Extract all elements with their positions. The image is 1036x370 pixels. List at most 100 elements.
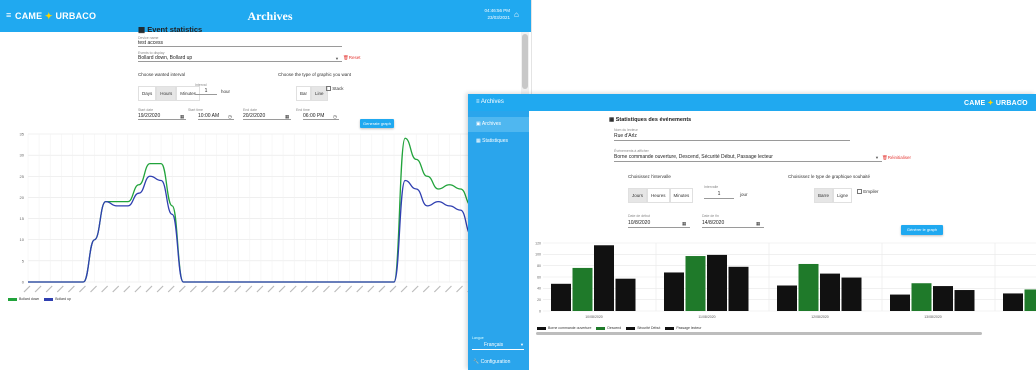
interval-minutes[interactable]: Minutes [669,188,694,203]
graph-type-label: Choose the type of graphic you want [278,72,352,77]
clock-icon[interactable]: ◷ [333,114,337,120]
brand-logo: CAME ✦ URBACO [15,11,97,21]
calendar-icon[interactable]: ▦ [285,114,289,120]
x-tick-label: 13/08/2020 [924,315,942,319]
reset-button[interactable]: 🗑Réinitialiser [882,155,911,161]
dropdown-arrow-icon[interactable]: ▼ [875,155,879,160]
menu-icon[interactable]: ≡ [6,10,11,20]
device-field[interactable]: test access [138,40,342,47]
x-tick-label [433,285,441,293]
chart-legend: Bollard down Bollard up [8,297,71,301]
calendar-icon: ▦ [609,117,615,123]
graph-type-ligne[interactable]: Ligne [833,188,853,203]
interval-days[interactable]: Days [138,86,157,101]
graph-type-label: Choisissez le type de graphique souhaité [788,174,871,179]
x-tick-label [345,285,353,293]
generate-graph-button[interactable]: Generate graph [360,119,394,128]
graph-type-segmented: Bar Line [296,82,328,101]
bar [798,263,819,311]
x-tick-label [267,285,275,293]
bar [820,273,840,311]
top-app-bar: ≡ CAME ✦ URBACO Archives 04:46:56 PM 23/… [0,0,531,32]
end-date-field[interactable]: 20/2/2020 [243,113,291,120]
language-select[interactable]: Français ▼ [472,342,524,350]
sidebar-item-statistiques[interactable]: ▦ Statistiques [468,134,529,149]
brand-logo: CAME ✦ URBACO [964,100,1028,107]
start-date-label: Date de début [628,214,650,218]
x-tick-label [156,285,164,293]
horizontal-scrollbar[interactable] [536,332,982,335]
interval-label: Choisissez l'intervalle [628,174,671,179]
calendar-icon[interactable]: ▦ [180,114,184,120]
x-tick-label [323,285,330,293]
page-title: ▦ Statistiques des événements [609,117,692,123]
end-date-label: Date de fin [702,214,719,218]
generate-graph-button[interactable]: Générer le graph [901,225,943,235]
stack-checkbox[interactable]: Stack [326,86,344,92]
events-label: Événements à afficher [614,149,649,153]
configuration-button[interactable]: 🔧 Configuration [473,359,510,365]
legend-label: Passage lecteur [676,326,702,330]
y-tick-label: 0 [539,309,541,313]
start-date-label: Start date [138,108,154,112]
interval-hours[interactable]: Hours [156,86,177,101]
x-tick-label [278,285,286,293]
legend-label: Bollard up [55,297,71,301]
clock-icon[interactable]: ◷ [228,114,232,120]
x-tick-label [134,285,142,293]
chart-icon: ▦ [138,25,146,34]
end-date-field[interactable]: 14/8/2020 [702,220,764,228]
reset-button[interactable]: 🗑Reset [343,55,360,61]
stack-checkbox[interactable]: Empiler [857,189,879,195]
start-date-field[interactable]: 10/8/2020 [628,220,690,228]
x-tick-label [145,285,153,293]
x-tick-label [56,285,64,293]
archive-icon: ▣ [476,121,481,127]
device-field[interactable]: Rue d'Arlz [614,133,850,141]
x-tick-label [311,285,319,293]
x-tick-label [300,285,308,293]
events-select[interactable]: Bollard down, Bollard up [138,55,342,62]
y-tick-label: 0 [22,280,25,285]
interval-value-field[interactable]: 1 [195,88,217,95]
bar-chart: 120 100 80 60 40 20 0 10/08/2020 11/08/2020 12/08… [535,241,1036,319]
interval-value-field[interactable]: 1 [704,191,734,199]
x-tick-label [79,285,86,293]
clock-date: 23/03/2021 [487,15,510,20]
dropdown-arrow-icon[interactable]: ▼ [335,56,339,61]
x-tick-label [334,285,341,293]
events-select[interactable]: Borne commande ouverture, Descend, Sécur… [614,154,882,162]
x-tick-label [112,285,120,293]
legend-swatch [626,326,636,330]
y-tick-label: 10 [20,237,25,242]
x-tick-label [456,285,463,293]
menu-button[interactable]: ≡ Archives [476,99,504,105]
interval-segmented: Jours Heures Minutes [628,184,694,203]
home-icon[interactable]: ⌂ [514,10,519,19]
x-tick-label [400,285,408,293]
x-tick-label [34,285,42,293]
y-tick-label: 100 [535,253,541,257]
scrollbar-thumb[interactable] [522,34,528,89]
calendar-icon[interactable]: ▦ [756,221,760,227]
start-date-field[interactable]: 19/2/2020 [138,113,186,120]
home-icon[interactable]: ⌂ [1020,98,1024,105]
calendar-icon[interactable]: ▦ [682,221,686,227]
page-header-title: Archives [247,9,293,23]
x-tick-label [422,285,430,293]
graph-type-barre[interactable]: Barre [814,188,834,203]
x-tick-label [167,285,175,293]
graph-type-bar[interactable]: Bar [296,86,312,101]
x-tick-label [411,285,419,293]
interval-jours[interactable]: Jours [628,188,648,203]
y-tick-label: 20 [537,298,541,302]
y-tick-label: 25 [20,174,25,179]
sidebar-item-archives[interactable]: ▣ Archives [468,117,529,132]
x-tick-label [356,285,364,293]
legend-label: Descend [607,326,622,330]
interval-heures[interactable]: Heures [647,188,670,203]
y-tick-label: 80 [537,264,541,268]
top-app-bar: ≡ Archives CAME ✦ URBACO ⌂ [468,94,1036,111]
device-label: Nom du lecteur [614,128,638,132]
end-time-label: End time [296,108,310,112]
